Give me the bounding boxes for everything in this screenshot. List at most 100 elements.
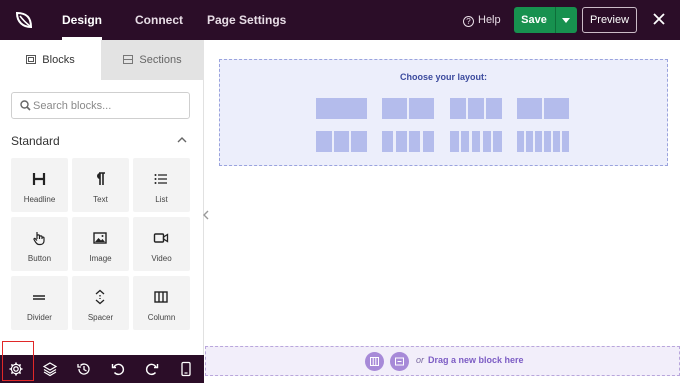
block-list[interactable]: List <box>133 158 190 212</box>
layout-column <box>316 131 332 152</box>
block-label: Text <box>93 195 108 204</box>
blocks-sidebar: Blocks Sections Standard Headline Text L… <box>0 40 204 355</box>
layout-option-3-columns[interactable] <box>450 98 502 119</box>
layout-column <box>468 98 484 119</box>
redo-icon[interactable] <box>144 361 160 377</box>
layout-column <box>351 131 367 152</box>
block-label: Video <box>151 254 172 263</box>
image-icon <box>93 232 107 244</box>
layout-column <box>450 98 466 119</box>
spacer-icon <box>95 289 105 305</box>
search-input[interactable] <box>33 97 183 115</box>
layout-option-1-column[interactable] <box>316 98 367 119</box>
block-label: Divider <box>27 313 52 322</box>
column-icon <box>154 291 168 303</box>
drop-block-zone[interactable]: or Drag a new block here <box>205 346 680 376</box>
block-spacer[interactable]: Spacer <box>72 276 129 330</box>
save-button[interactable]: Save <box>514 7 554 33</box>
layout-option-2-columns[interactable] <box>382 98 434 119</box>
headline-icon <box>32 173 46 185</box>
sidebar-tab-blocks-label: Blocks <box>42 54 75 66</box>
block-label: Image <box>89 254 112 263</box>
divider-icon <box>33 295 45 300</box>
help-link[interactable]: ? Help <box>463 0 501 40</box>
save-button-group: Save <box>514 7 577 33</box>
columns-icon <box>370 357 379 366</box>
chevron-up-icon[interactable] <box>177 136 187 144</box>
save-options-dropdown[interactable] <box>556 7 577 33</box>
layout-column <box>553 131 560 152</box>
tab-connect[interactable]: Connect <box>135 0 183 40</box>
block-button[interactable]: Button <box>11 217 68 271</box>
layout-column <box>483 131 491 152</box>
layout-column <box>535 131 542 152</box>
block-video[interactable]: Video <box>133 217 190 271</box>
add-saved-block-button[interactable] <box>390 352 409 371</box>
standard-section-title[interactable]: Standard <box>11 134 60 148</box>
layout-column <box>544 131 551 152</box>
block-divider[interactable]: Divider <box>11 276 68 330</box>
layout-option-4-columns[interactable] <box>382 131 434 152</box>
choose-layout-panel: Choose your layout: <box>219 59 668 166</box>
layout-column <box>493 131 502 152</box>
sidebar-tab-sections[interactable]: Sections <box>101 40 204 80</box>
tab-page-settings[interactable]: Page Settings <box>207 0 286 40</box>
block-label: Headline <box>23 195 56 204</box>
search-icon <box>20 100 31 111</box>
layout-column <box>517 98 542 119</box>
layout-column <box>517 131 524 152</box>
layout-column <box>382 98 407 119</box>
layout-column <box>409 98 434 119</box>
drag-block-here-text: Drag a new block here <box>428 355 524 365</box>
collapse-sidebar-chevron-icon[interactable] <box>201 206 211 224</box>
block-image[interactable]: Image <box>72 217 129 271</box>
add-section-button[interactable] <box>365 352 384 371</box>
list-icon <box>154 174 167 184</box>
layout-column <box>526 131 533 152</box>
undo-icon[interactable] <box>110 361 126 377</box>
layout-column <box>450 131 459 152</box>
block-headline[interactable]: Headline <box>11 158 68 212</box>
sidebar-tab-blocks[interactable]: Blocks <box>0 40 101 80</box>
layout-column <box>382 131 393 152</box>
layout-column <box>396 131 407 152</box>
paragraph-icon <box>97 172 105 185</box>
layout-column <box>562 131 569 152</box>
drop-or-text: or <box>416 355 425 365</box>
seedprod-logo-icon[interactable] <box>10 6 38 34</box>
blocks-icon <box>26 55 37 64</box>
block-template-icon <box>395 357 404 366</box>
choose-layout-title: Choose your layout: <box>399 72 487 82</box>
preview-button[interactable]: Preview <box>582 7 637 33</box>
layout-option-3-columns-b[interactable] <box>316 131 367 152</box>
block-label: Column <box>147 313 176 322</box>
sections-icon <box>123 55 134 64</box>
help-icon: ? <box>463 16 474 27</box>
settings-icon[interactable] <box>8 361 24 377</box>
search-blocks-field <box>11 92 190 119</box>
video-icon <box>153 233 169 243</box>
history-icon[interactable] <box>76 361 92 377</box>
layout-option-5-columns[interactable] <box>450 131 502 152</box>
block-text[interactable]: Text <box>72 158 129 212</box>
layout-column <box>461 131 469 152</box>
layers-icon[interactable] <box>42 361 58 377</box>
block-column[interactable]: Column <box>133 276 190 330</box>
layout-column <box>423 131 434 152</box>
top-navigation-bar: Design Connect Page Settings ? Help Save … <box>0 0 680 40</box>
help-label: Help <box>478 14 501 26</box>
block-label: List <box>155 195 168 204</box>
layout-column <box>334 131 349 152</box>
pointer-icon <box>33 232 45 246</box>
mobile-preview-icon[interactable] <box>178 361 194 377</box>
sidebar-tab-sections-label: Sections <box>139 54 182 66</box>
layout-column <box>409 131 420 152</box>
close-icon[interactable] <box>649 9 669 29</box>
layout-column <box>486 98 502 119</box>
layout-option-2-columns-alt[interactable] <box>517 98 569 119</box>
layout-option-6-columns[interactable] <box>517 131 569 152</box>
layout-column <box>472 131 480 152</box>
layout-column <box>316 98 367 119</box>
block-label: Button <box>27 254 52 263</box>
tab-design[interactable]: Design <box>62 0 103 40</box>
